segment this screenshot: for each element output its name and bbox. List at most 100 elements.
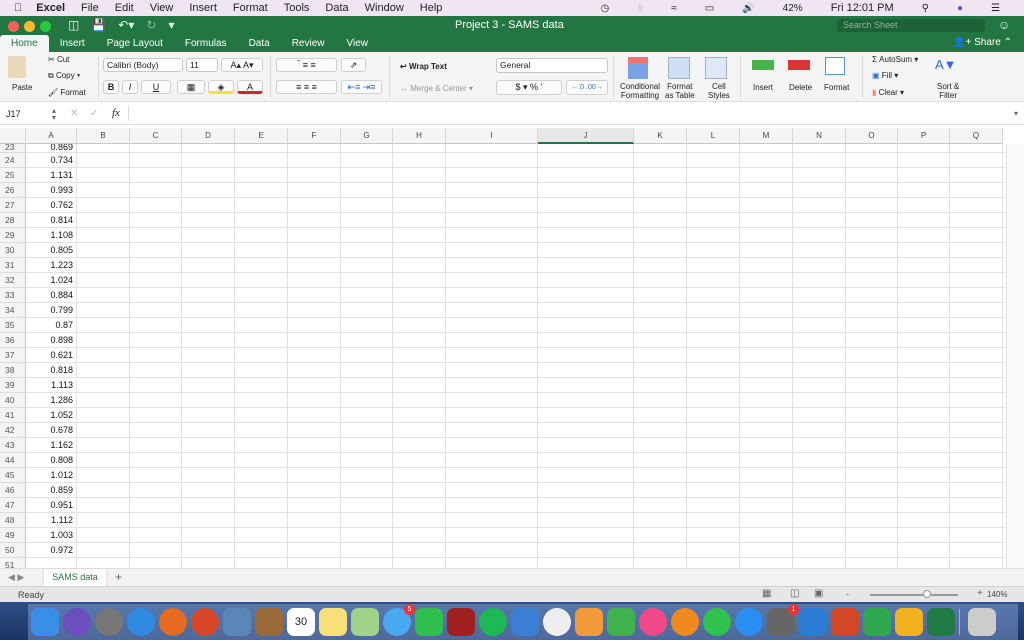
- row-header[interactable]: 39: [0, 378, 26, 393]
- enter-icon[interactable]: ✓: [90, 108, 98, 119]
- preview-icon[interactable]: [223, 608, 251, 636]
- cell-a42[interactable]: 0.678: [26, 423, 76, 438]
- column-header-k[interactable]: K: [634, 128, 687, 144]
- fill-button[interactable]: ▣ Fill ▾: [872, 71, 898, 80]
- chrome-icon[interactable]: [191, 608, 219, 636]
- page-break-view-icon[interactable]: ▣: [814, 588, 823, 599]
- sidebar-toggle-icon[interactable]: ◫: [68, 18, 79, 32]
- photo-booth-icon[interactable]: [447, 608, 475, 636]
- row-header[interactable]: 42: [0, 423, 26, 438]
- cell-styles-button[interactable]: Cell Styles: [708, 82, 730, 100]
- conditional-formatting-button[interactable]: Conditional Formatting: [620, 82, 660, 100]
- row-header[interactable]: 28: [0, 213, 26, 228]
- spreadsheet-grid[interactable]: A B C D E F G H I J K L M N O P Q 23 0.869 24 0.734 25 1.131 26…: [0, 128, 1024, 568]
- column-header-f[interactable]: F: [288, 128, 341, 144]
- cell-a34[interactable]: 0.799: [26, 303, 76, 318]
- italic-button[interactable]: I: [122, 80, 138, 94]
- wifi-icon[interactable]: ≈: [671, 3, 677, 14]
- cell-a50[interactable]: 0.972: [26, 543, 76, 558]
- insert-cells-icon[interactable]: [752, 60, 774, 70]
- column-header-h[interactable]: H: [393, 128, 446, 144]
- ibooks-icon[interactable]: [671, 608, 699, 636]
- row-header[interactable]: 29: [0, 228, 26, 243]
- launchpad-icon[interactable]: [95, 608, 123, 636]
- conditional-formatting-icon[interactable]: [628, 57, 648, 79]
- siri-icon[interactable]: ●: [957, 3, 963, 14]
- cut-button[interactable]: ✂ Cut: [48, 55, 69, 64]
- menu-format[interactable]: Format: [233, 2, 268, 14]
- zoom-slider-handle[interactable]: [923, 590, 931, 598]
- close-window-button[interactable]: [8, 21, 19, 32]
- delete-cells-button[interactable]: Delete: [789, 83, 812, 92]
- cell-a47[interactable]: 0.951: [26, 498, 76, 513]
- finder-icon[interactable]: [31, 608, 59, 636]
- decimal-buttons[interactable]: ←.0 .00→: [566, 80, 608, 95]
- format-cells-button[interactable]: Format: [824, 83, 849, 92]
- menu-tools[interactable]: Tools: [284, 2, 310, 14]
- cell-a32[interactable]: 1.024: [26, 273, 76, 288]
- wrap-text-button[interactable]: ↩ Wrap Text: [400, 62, 447, 71]
- page-layout-view-icon[interactable]: ◫: [790, 588, 799, 599]
- cell-a25[interactable]: 1.131: [26, 168, 76, 183]
- cancel-icon[interactable]: ✕: [70, 108, 78, 119]
- row-header[interactable]: 50: [0, 543, 26, 558]
- photos-icon[interactable]: [543, 608, 571, 636]
- powerpoint-icon[interactable]: [831, 608, 859, 636]
- cell-a45[interactable]: 1.012: [26, 468, 76, 483]
- paste-button[interactable]: Paste: [12, 83, 32, 92]
- cell-a23[interactable]: 0.869: [26, 144, 76, 153]
- indent-buttons[interactable]: ⇤≡ ⇥≡: [341, 80, 382, 94]
- formula-input[interactable]: [128, 106, 998, 121]
- normal-view-icon[interactable]: ▦: [762, 588, 771, 599]
- copy-button[interactable]: ⧉ Copy ▾: [48, 71, 80, 81]
- row-header[interactable]: 38: [0, 363, 26, 378]
- sort-filter-button[interactable]: Sort & Filter: [937, 82, 959, 100]
- format-as-table-icon[interactable]: [668, 57, 690, 79]
- column-header-o[interactable]: O: [846, 128, 898, 144]
- merge-center-button[interactable]: ↔ Merge & Center ▾: [400, 84, 473, 93]
- messages-icon[interactable]: 5: [383, 604, 415, 636]
- row-header[interactable]: 43: [0, 438, 26, 453]
- cell-a26[interactable]: 0.993: [26, 183, 76, 198]
- menu-window[interactable]: Window: [365, 2, 404, 14]
- column-header-m[interactable]: M: [740, 128, 793, 144]
- cell-a37[interactable]: 0.621: [26, 348, 76, 363]
- cell-a43[interactable]: 1.162: [26, 438, 76, 453]
- row-header[interactable]: 31: [0, 258, 26, 273]
- column-header-j[interactable]: J: [538, 128, 634, 144]
- tab-view[interactable]: View: [335, 35, 379, 52]
- orientation-button[interactable]: ⇗: [341, 58, 366, 72]
- cell-a35[interactable]: 0.87: [26, 318, 76, 333]
- number-style-buttons[interactable]: $ ▾ % ’: [496, 80, 562, 95]
- borders-button[interactable]: ▦: [177, 80, 205, 94]
- row-header[interactable]: 32: [0, 273, 26, 288]
- column-header-n[interactable]: N: [793, 128, 846, 144]
- calendar-icon[interactable]: 30: [287, 608, 315, 636]
- row-header[interactable]: 27: [0, 198, 26, 213]
- row-header[interactable]: 37: [0, 348, 26, 363]
- system-preferences-icon[interactable]: 1: [767, 604, 799, 636]
- share-button[interactable]: 👤+ Share ⌃: [953, 37, 1012, 48]
- row-header[interactable]: 35: [0, 318, 26, 333]
- save-icon[interactable]: 💾: [91, 18, 106, 32]
- font-name-select[interactable]: Calibri (Body): [103, 58, 183, 72]
- outlook-icon[interactable]: [895, 608, 923, 636]
- column-header-b[interactable]: B: [77, 128, 130, 144]
- fill-color-button[interactable]: ◈: [208, 80, 234, 94]
- whatsapp-icon[interactable]: [703, 608, 731, 636]
- row-header[interactable]: 48: [0, 513, 26, 528]
- cell-a46[interactable]: 0.859: [26, 483, 76, 498]
- menu-view[interactable]: View: [150, 2, 174, 14]
- font-color-button[interactable]: A: [237, 80, 263, 94]
- cell-a28[interactable]: 0.814: [26, 213, 76, 228]
- row-header[interactable]: 46: [0, 483, 26, 498]
- cell-a39[interactable]: 1.113: [26, 378, 76, 393]
- column-header-d[interactable]: D: [182, 128, 235, 144]
- bold-button[interactable]: B: [103, 80, 119, 94]
- insert-function-icon[interactable]: fx: [112, 107, 120, 119]
- horizontal-align-buttons[interactable]: ≡ ≡ ≡: [276, 80, 337, 94]
- trash-icon[interactable]: [968, 608, 996, 636]
- paste-icon[interactable]: [8, 56, 26, 78]
- app-store-icon[interactable]: [735, 608, 763, 636]
- row-header[interactable]: 47: [0, 498, 26, 513]
